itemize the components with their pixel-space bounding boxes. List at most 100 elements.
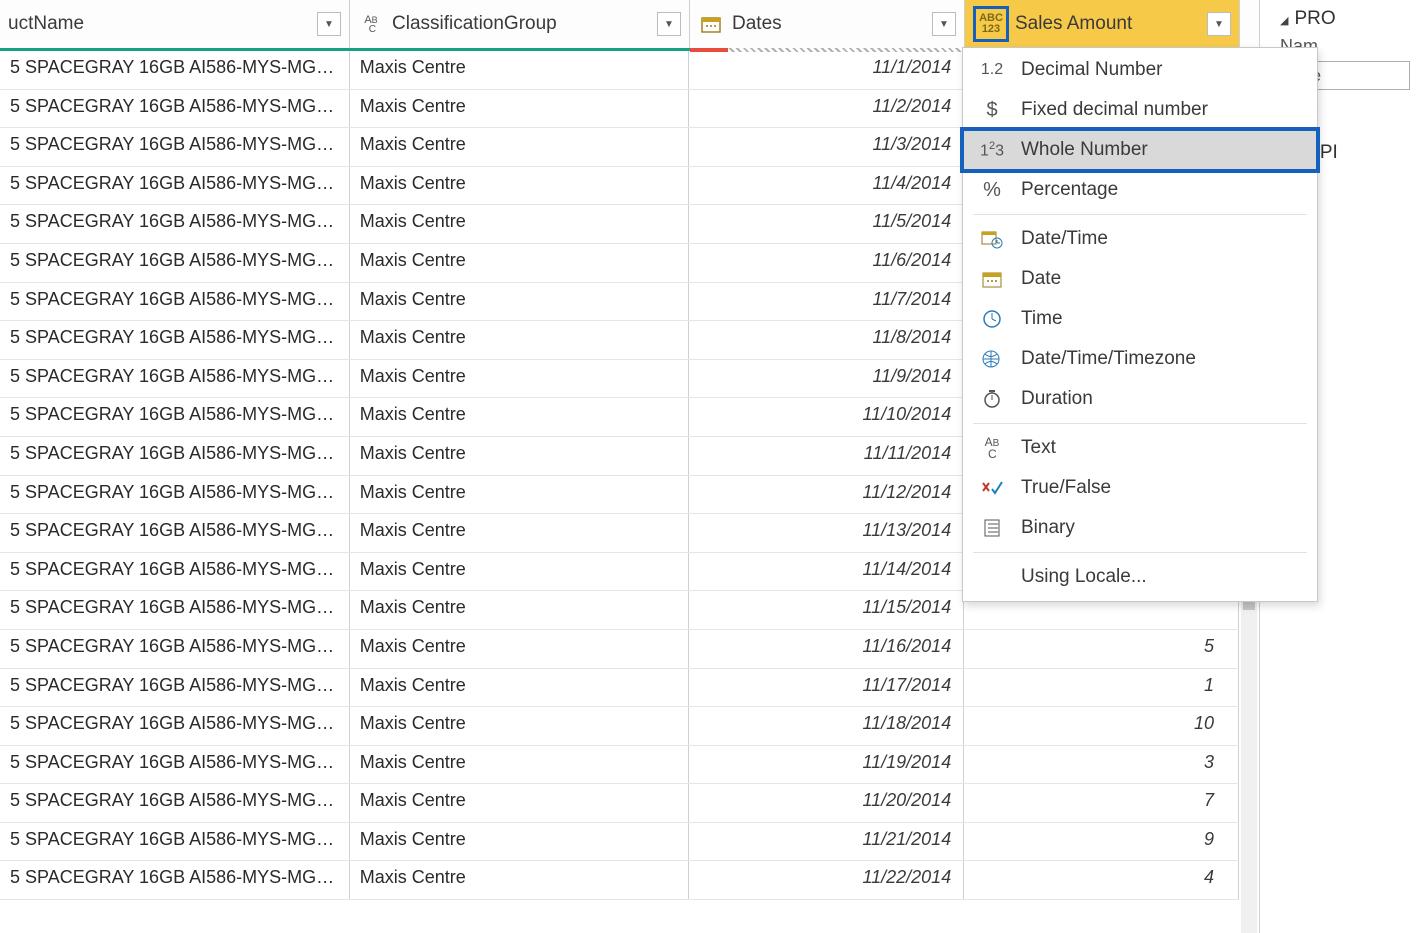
cell-product: 5 SPACEGRAY 16GB AI586-MYS-MG472... [0, 398, 350, 436]
cell-date: 11/12/2014 [689, 476, 964, 514]
column-header-label: Sales Amount [1015, 13, 1207, 35]
menu-item-date-time-timezone[interactable]: Date/Time/Timezone [963, 339, 1317, 379]
type-icon [977, 518, 1007, 538]
column-header-row: uctName ▼ AB C ClassificationGroup ▼ Dat… [0, 0, 1259, 51]
menu-item-percentage[interactable]: %Percentage [963, 170, 1317, 210]
cell-product: 5 SPACEGRAY 16GB AI586-MYS-MG472... [0, 669, 350, 707]
panel-title-properties[interactable]: PRO [1280, 8, 1423, 30]
cell-classification: Maxis Centre [350, 591, 690, 629]
menu-item-binary[interactable]: Binary [963, 508, 1317, 548]
cell-product: 5 SPACEGRAY 16GB AI586-MYS-MG472... [0, 360, 350, 398]
cell-classification: Maxis Centre [350, 90, 690, 128]
cell-date: 11/2/2014 [689, 90, 964, 128]
filter-dropdown-button[interactable]: ▼ [317, 12, 341, 36]
type-icon [977, 389, 1007, 409]
column-header-salesamount[interactable]: ABC123 Sales Amount ▼ [965, 0, 1240, 48]
cell-date: 11/7/2014 [689, 283, 964, 321]
cell-date: 11/4/2014 [689, 167, 964, 205]
cell-product: 5 SPACEGRAY 16GB AI586-MYS-MG472... [0, 784, 350, 822]
menu-item-label: Duration [1021, 388, 1093, 410]
cell-sales: 5 [964, 630, 1239, 668]
menu-item-label: Date [1021, 268, 1061, 290]
menu-item-label: Decimal Number [1021, 59, 1162, 81]
cell-sales: 9 [964, 823, 1239, 861]
cell-classification: Maxis Centre [350, 283, 690, 321]
cell-date: 11/21/2014 [689, 823, 964, 861]
column-header-productname[interactable]: uctName ▼ [0, 0, 350, 48]
type-icon: $ [977, 99, 1007, 122]
cell-classification: Maxis Centre [350, 514, 690, 552]
cell-sales: 4 [964, 861, 1239, 899]
type-icon [977, 270, 1007, 288]
cell-classification: Maxis Centre [350, 746, 690, 784]
cell-product: 5 SPACEGRAY 16GB AI586-MYS-MG472... [0, 283, 350, 321]
any-type-icon[interactable]: ABC123 [973, 6, 1009, 42]
menu-item-label: Date/Time/Timezone [1021, 348, 1196, 370]
menu-item-duration[interactable]: Duration [963, 379, 1317, 419]
type-icon: 123 [977, 140, 1007, 160]
column-header-label: uctName [8, 13, 317, 35]
menu-item-date[interactable]: Date [963, 259, 1317, 299]
menu-item-decimal-number[interactable]: 1.2Decimal Number [963, 50, 1317, 90]
table-row[interactable]: 5 SPACEGRAY 16GB AI586-MYS-MG472...Maxis… [0, 630, 1239, 669]
cell-classification: Maxis Centre [350, 244, 690, 282]
cell-classification: Maxis Centre [350, 784, 690, 822]
cell-product: 5 SPACEGRAY 16GB AI586-MYS-MG472... [0, 244, 350, 282]
data-type-menu[interactable]: 1.2Decimal Number $ Fixed decimal number 12… [962, 47, 1318, 602]
cell-classification: Maxis Centre [350, 861, 690, 899]
table-row[interactable]: 5 SPACEGRAY 16GB AI586-MYS-MG472...Maxis… [0, 669, 1239, 708]
menu-item-fixed-decimal-number[interactable]: $ Fixed decimal number [963, 90, 1317, 130]
type-icon [977, 309, 1007, 329]
filter-dropdown-button[interactable]: ▼ [932, 12, 956, 36]
cell-date: 11/13/2014 [689, 514, 964, 552]
menu-item-label: True/False [1021, 477, 1111, 499]
menu-item-text[interactable]: AB CText [963, 428, 1317, 468]
menu-item-time[interactable]: Time [963, 299, 1317, 339]
column-header-dates[interactable]: Dates ▼ [690, 0, 965, 48]
table-row[interactable]: 5 SPACEGRAY 16GB AI586-MYS-MG472...Maxis… [0, 707, 1239, 746]
menu-item-using-locale[interactable]: Using Locale... [963, 557, 1317, 597]
cell-sales: 10 [964, 707, 1239, 745]
menu-item-true-false[interactable]: True/False [963, 468, 1317, 508]
table-row[interactable]: 5 SPACEGRAY 16GB AI586-MYS-MG472...Maxis… [0, 746, 1239, 785]
cell-product: 5 SPACEGRAY 16GB AI586-MYS-MG472... [0, 476, 350, 514]
column-header-classificationgroup[interactable]: AB C ClassificationGroup ▼ [350, 0, 690, 48]
cell-date: 11/15/2014 [689, 591, 964, 629]
type-icon [977, 349, 1007, 369]
cell-product: 5 SPACEGRAY 16GB AI586-MYS-MG472... [0, 746, 350, 784]
table-row[interactable]: 5 SPACEGRAY 16GB AI586-MYS-MG472...Maxis… [0, 861, 1239, 900]
cell-date: 11/1/2014 [689, 51, 964, 89]
menu-item-label: Using Locale... [1021, 566, 1147, 588]
text-type-icon: AB C [358, 15, 384, 34]
cell-classification: Maxis Centre [350, 167, 690, 205]
cell-product: 5 SPACEGRAY 16GB AI586-MYS-MG472... [0, 514, 350, 552]
cell-classification: Maxis Centre [350, 476, 690, 514]
cell-product: 5 SPACEGRAY 16GB AI586-MYS-MG472... [0, 861, 350, 899]
cell-date: 11/18/2014 [689, 707, 964, 745]
cell-date: 11/3/2014 [689, 128, 964, 166]
cell-product: 5 SPACEGRAY 16GB AI586-MYS-MG472... [0, 128, 350, 166]
menu-item-label: Date/Time [1021, 228, 1108, 250]
cell-classification: Maxis Centre [350, 128, 690, 166]
cell-classification: Maxis Centre [350, 823, 690, 861]
cell-date: 11/9/2014 [689, 360, 964, 398]
table-row[interactable]: 5 SPACEGRAY 16GB AI586-MYS-MG472...Maxis… [0, 823, 1239, 862]
cell-date: 11/11/2014 [689, 437, 964, 475]
app-viewport: uctName ▼ AB C ClassificationGroup ▼ Dat… [0, 0, 1423, 933]
cell-classification: Maxis Centre [350, 205, 690, 243]
table-row[interactable]: 5 SPACEGRAY 16GB AI586-MYS-MG472...Maxis… [0, 784, 1239, 823]
cell-classification: Maxis Centre [350, 437, 690, 475]
cell-product: 5 SPACEGRAY 16GB AI586-MYS-MG472... [0, 51, 350, 89]
menu-separator [973, 552, 1307, 553]
menu-item-date-time[interactable]: Date/Time [963, 219, 1317, 259]
cell-classification: Maxis Centre [350, 707, 690, 745]
menu-item-label: Fixed decimal number [1021, 99, 1208, 121]
filter-dropdown-button[interactable]: ▼ [657, 12, 681, 36]
cell-classification: Maxis Centre [350, 630, 690, 668]
type-icon [977, 229, 1007, 249]
filter-dropdown-button[interactable]: ▼ [1207, 12, 1231, 36]
menu-item-whole-number[interactable]: 123Whole Number [963, 130, 1317, 170]
cell-date: 11/16/2014 [689, 630, 964, 668]
column-header-label: Dates [732, 13, 932, 35]
cell-product: 5 SPACEGRAY 16GB AI586-MYS-MG472... [0, 437, 350, 475]
